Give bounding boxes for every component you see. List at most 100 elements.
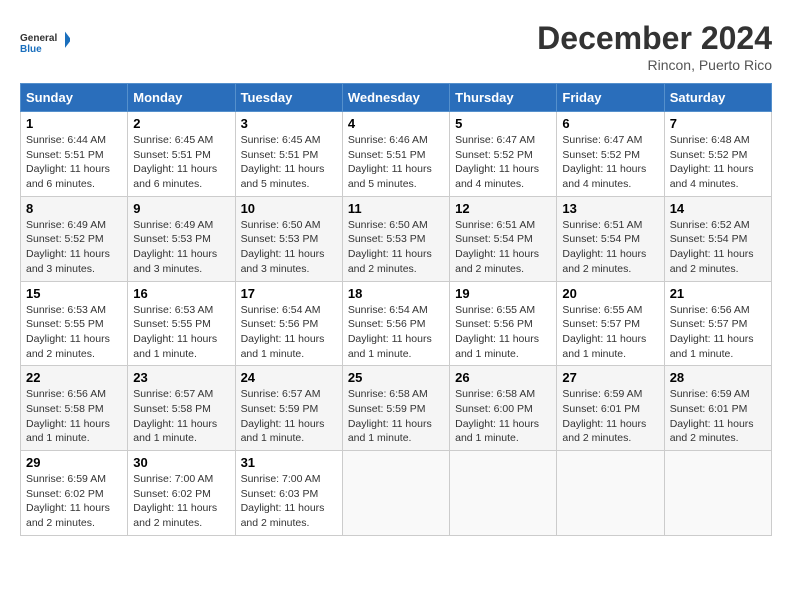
day-number: 12 [455,201,551,216]
day-number: 7 [670,116,766,131]
calendar-cell: 19 Sunrise: 6:55 AM Sunset: 5:56 PM Dayli… [450,281,557,366]
day-info: Sunrise: 6:47 AM Sunset: 5:52 PM Dayligh… [455,133,551,192]
calendar-cell: 27 Sunrise: 6:59 AM Sunset: 6:01 PM Dayli… [557,366,664,451]
calendar-week-4: 22 Sunrise: 6:56 AM Sunset: 5:58 PM Dayli… [21,366,772,451]
calendar-cell: 22 Sunrise: 6:56 AM Sunset: 5:58 PM Dayli… [21,366,128,451]
day-info: Sunrise: 6:57 AM Sunset: 5:59 PM Dayligh… [241,387,337,446]
day-number: 25 [348,370,444,385]
calendar-cell: 2 Sunrise: 6:45 AM Sunset: 5:51 PM Daylig… [128,112,235,197]
day-number: 22 [26,370,122,385]
day-number: 26 [455,370,551,385]
day-number: 15 [26,286,122,301]
day-header-monday: Monday [128,84,235,112]
day-info: Sunrise: 6:45 AM Sunset: 5:51 PM Dayligh… [133,133,229,192]
calendar-week-5: 29Sunrise: 6:59 AM Sunset: 6:02 PM Dayli… [21,451,772,536]
day-number: 30 [133,455,229,470]
calendar-cell: 16Sunrise: 6:53 AM Sunset: 5:55 PM Dayli… [128,281,235,366]
calendar-cell: 3 Sunrise: 6:45 AM Sunset: 5:51 PM Daylig… [235,112,342,197]
day-number: 21 [670,286,766,301]
day-number: 24 [241,370,337,385]
day-header-saturday: Saturday [664,84,771,112]
day-info: Sunrise: 6:50 AM Sunset: 5:53 PM Dayligh… [348,218,444,277]
day-info: Sunrise: 6:55 AM Sunset: 5:56 PM Dayligh… [455,303,551,362]
calendar-cell: 6 Sunrise: 6:47 AM Sunset: 5:52 PM Daylig… [557,112,664,197]
day-number: 6 [562,116,658,131]
day-number: 28 [670,370,766,385]
day-info: Sunrise: 6:56 AM Sunset: 5:57 PM Dayligh… [670,303,766,362]
calendar-cell: 17Sunrise: 6:54 AM Sunset: 5:56 PM Dayli… [235,281,342,366]
day-info: Sunrise: 6:59 AM Sunset: 6:01 PM Dayligh… [670,387,766,446]
day-info: Sunrise: 6:59 AM Sunset: 6:01 PM Dayligh… [562,387,658,446]
day-number: 18 [348,286,444,301]
header: General Blue December 2024 Rincon, Puert… [20,20,772,73]
calendar-cell [342,451,449,536]
day-info: Sunrise: 6:47 AM Sunset: 5:52 PM Dayligh… [562,133,658,192]
calendar-cell: 1Sunrise: 6:44 AM Sunset: 5:51 PM Daylig… [21,112,128,197]
day-number: 2 [133,116,229,131]
calendar-table: SundayMondayTuesdayWednesdayThursdayFrid… [20,83,772,536]
day-info: Sunrise: 6:52 AM Sunset: 5:54 PM Dayligh… [670,218,766,277]
calendar-cell: 11 Sunrise: 6:50 AM Sunset: 5:53 PM Dayli… [342,196,449,281]
day-info: Sunrise: 6:49 AM Sunset: 5:52 PM Dayligh… [26,218,122,277]
day-info: Sunrise: 6:48 AM Sunset: 5:52 PM Dayligh… [670,133,766,192]
calendar-cell: 13 Sunrise: 6:51 AM Sunset: 5:54 PM Dayli… [557,196,664,281]
day-info: Sunrise: 6:57 AM Sunset: 5:58 PM Dayligh… [133,387,229,446]
day-number: 27 [562,370,658,385]
calendar-cell: 15 Sunrise: 6:53 AM Sunset: 5:55 PM Dayli… [21,281,128,366]
calendar-cell: 31 Sunrise: 7:00 AM Sunset: 6:03 PM Dayli… [235,451,342,536]
location: Rincon, Puerto Rico [537,57,772,73]
calendar-cell: 12 Sunrise: 6:51 AM Sunset: 5:54 PM Dayli… [450,196,557,281]
day-number: 20 [562,286,658,301]
day-info: Sunrise: 6:56 AM Sunset: 5:58 PM Dayligh… [26,387,122,446]
calendar-cell: 21 Sunrise: 6:56 AM Sunset: 5:57 PM Dayli… [664,281,771,366]
day-number: 13 [562,201,658,216]
day-info: Sunrise: 6:58 AM Sunset: 5:59 PM Dayligh… [348,387,444,446]
day-info: Sunrise: 6:45 AM Sunset: 5:51 PM Dayligh… [241,133,337,192]
title-area: December 2024 Rincon, Puerto Rico [537,20,772,73]
calendar-cell: 29Sunrise: 6:59 AM Sunset: 6:02 PM Dayli… [21,451,128,536]
calendar-cell: 10 Sunrise: 6:50 AM Sunset: 5:53 PM Dayli… [235,196,342,281]
day-info: Sunrise: 7:00 AM Sunset: 6:03 PM Dayligh… [241,472,337,531]
day-number: 10 [241,201,337,216]
calendar-cell: 18Sunrise: 6:54 AM Sunset: 5:56 PM Dayli… [342,281,449,366]
month-title: December 2024 [537,20,772,57]
calendar-cell: 24 Sunrise: 6:57 AM Sunset: 5:59 PM Dayli… [235,366,342,451]
calendar-cell: 14Sunrise: 6:52 AM Sunset: 5:54 PM Dayli… [664,196,771,281]
day-info: Sunrise: 6:53 AM Sunset: 5:55 PM Dayligh… [26,303,122,362]
day-number: 5 [455,116,551,131]
day-info: Sunrise: 6:49 AM Sunset: 5:53 PM Dayligh… [133,218,229,277]
calendar-cell: 20 Sunrise: 6:55 AM Sunset: 5:57 PM Dayli… [557,281,664,366]
day-number: 8 [26,201,122,216]
svg-text:Blue: Blue [20,44,42,55]
logo: General Blue [20,20,70,65]
calendar-cell [450,451,557,536]
day-header-tuesday: Tuesday [235,84,342,112]
calendar-cell: 8 Sunrise: 6:49 AM Sunset: 5:52 PM Daylig… [21,196,128,281]
calendar-cell: 26 Sunrise: 6:58 AM Sunset: 6:00 PM Dayli… [450,366,557,451]
day-number: 11 [348,201,444,216]
day-number: 3 [241,116,337,131]
day-number: 23 [133,370,229,385]
svg-text:General: General [20,33,57,44]
day-info: Sunrise: 6:51 AM Sunset: 5:54 PM Dayligh… [455,218,551,277]
day-info: Sunrise: 6:44 AM Sunset: 5:51 PM Dayligh… [26,133,122,192]
day-number: 19 [455,286,551,301]
day-info: Sunrise: 6:46 AM Sunset: 5:51 PM Dayligh… [348,133,444,192]
calendar-cell: 9Sunrise: 6:49 AM Sunset: 5:53 PM Daylig… [128,196,235,281]
calendar-cell [664,451,771,536]
day-number: 29 [26,455,122,470]
calendar-cell: 4 Sunrise: 6:46 AM Sunset: 5:51 PM Daylig… [342,112,449,197]
day-number: 17 [241,286,337,301]
day-info: Sunrise: 6:58 AM Sunset: 6:00 PM Dayligh… [455,387,551,446]
calendar-cell: 30Sunrise: 7:00 AM Sunset: 6:02 PM Dayli… [128,451,235,536]
calendar-cell [557,451,664,536]
calendar-cell: 23 Sunrise: 6:57 AM Sunset: 5:58 PM Dayli… [128,366,235,451]
day-info: Sunrise: 6:50 AM Sunset: 5:53 PM Dayligh… [241,218,337,277]
day-number: 16 [133,286,229,301]
day-header-thursday: Thursday [450,84,557,112]
day-number: 31 [241,455,337,470]
day-number: 4 [348,116,444,131]
day-info: Sunrise: 6:51 AM Sunset: 5:54 PM Dayligh… [562,218,658,277]
calendar-week-2: 8 Sunrise: 6:49 AM Sunset: 5:52 PM Daylig… [21,196,772,281]
day-info: Sunrise: 6:55 AM Sunset: 5:57 PM Dayligh… [562,303,658,362]
